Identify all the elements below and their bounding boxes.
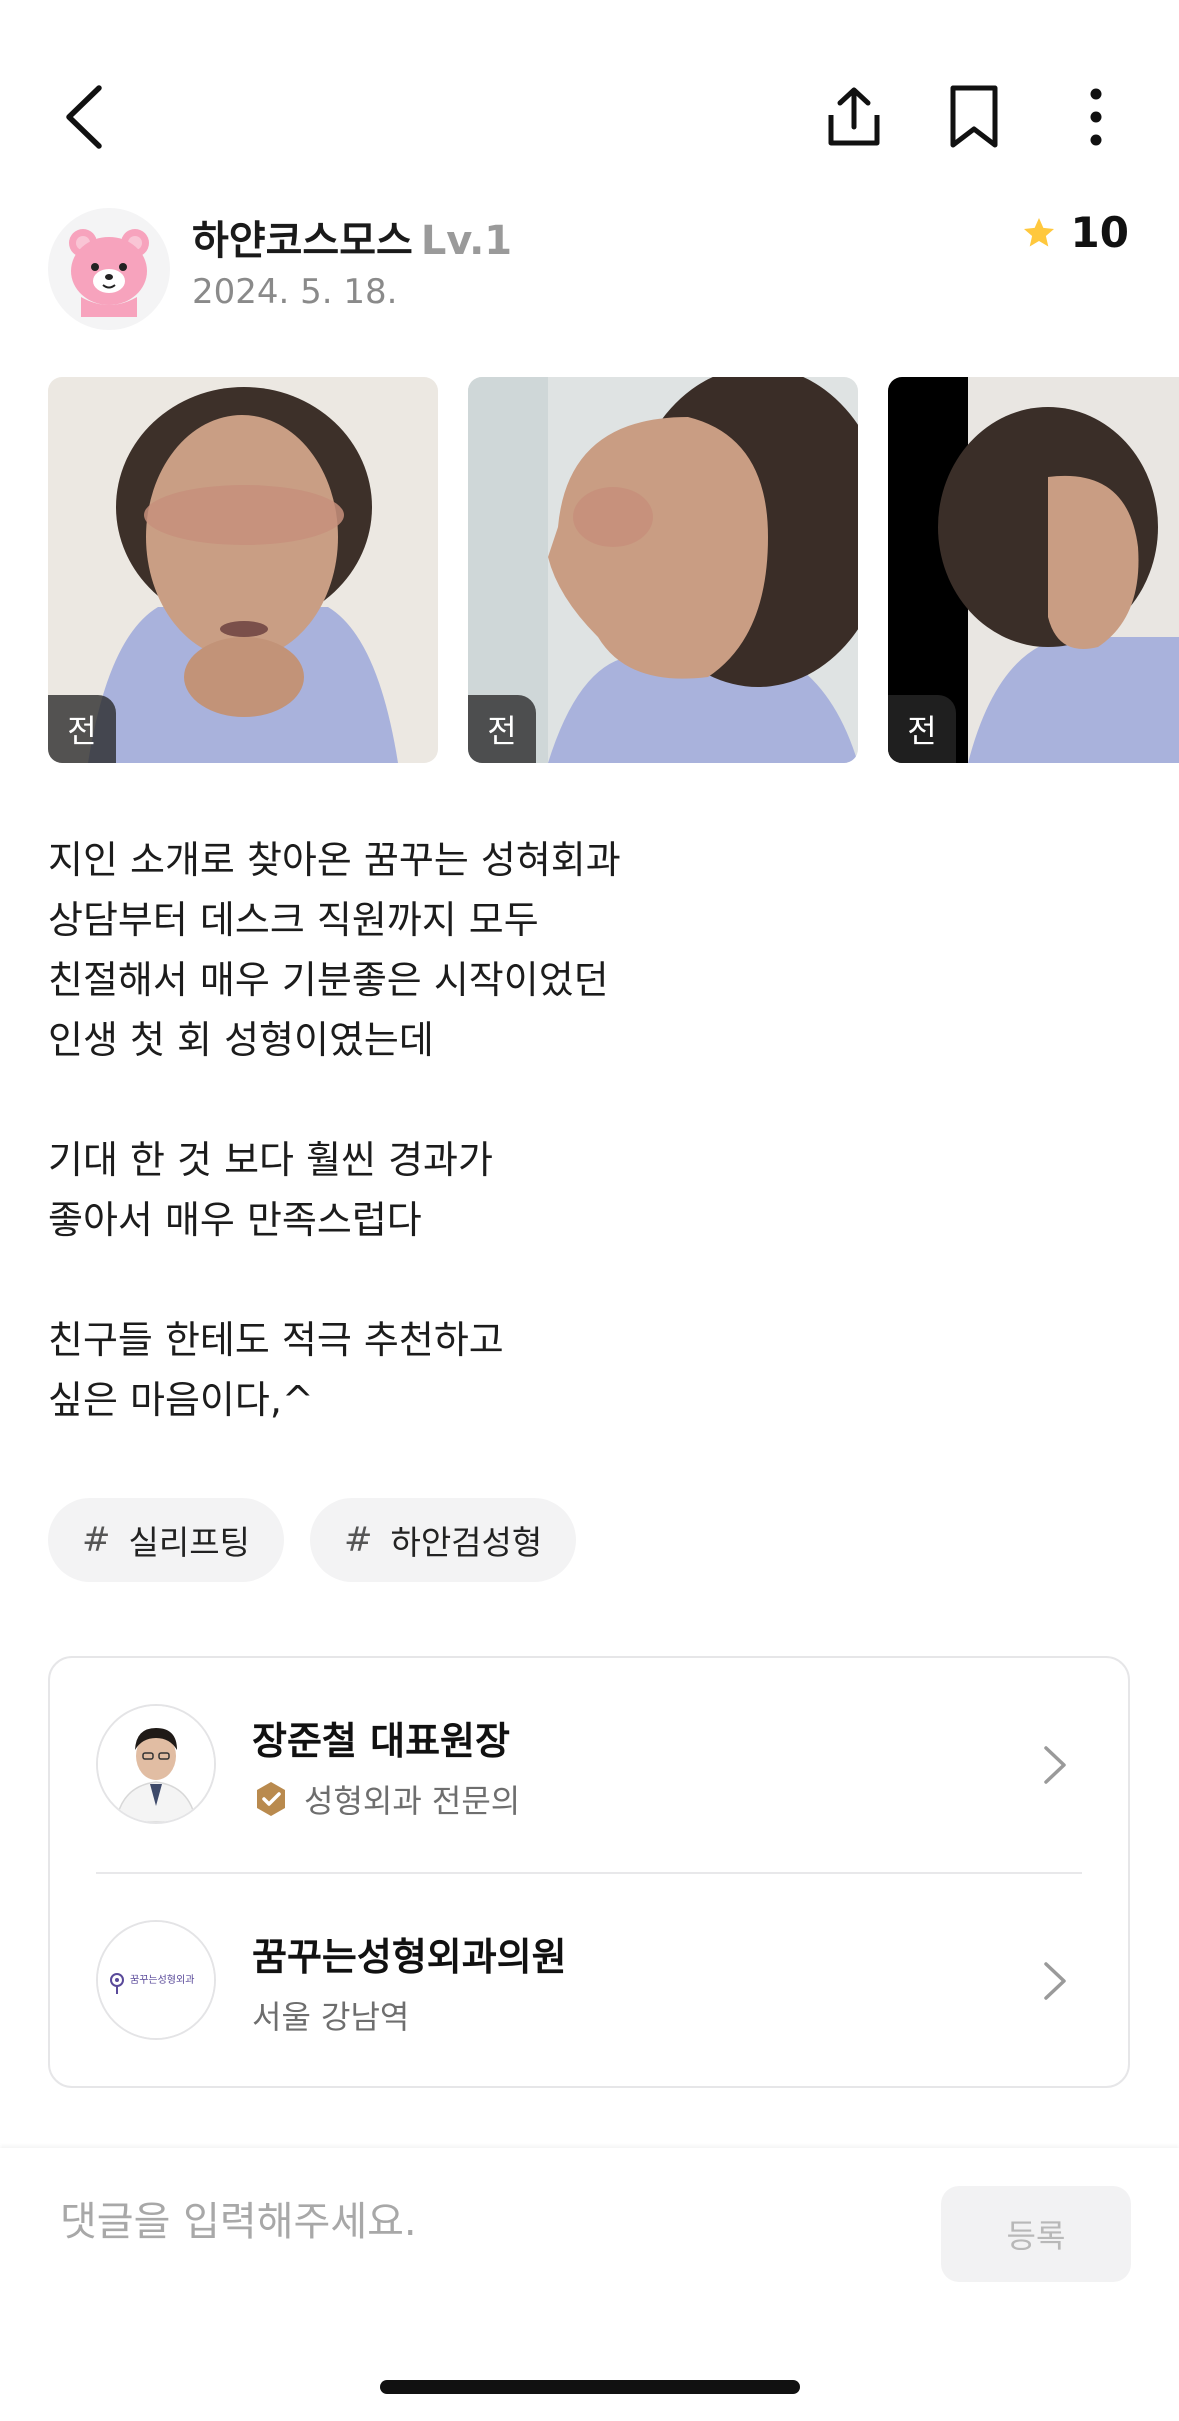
photo-carousel[interactable]: 전 전 전 [48,377,1179,763]
comment-input[interactable] [60,2192,880,2252]
before-badge: 전 [888,695,956,763]
chevron-left-icon [66,85,102,149]
author-nickname: 하얀코스모스 [192,218,413,264]
share-button[interactable] [818,72,890,162]
share-icon [828,87,880,146]
specialty-label: 성형외과 전문의 [304,1782,521,1820]
rating-value: 10 [1070,208,1129,257]
back-button[interactable] [48,72,118,162]
tag-chip[interactable]: # 하안검성형 [309,1498,577,1582]
photo-thumbnail[interactable]: 전 [468,377,858,763]
bookmark-icon [950,85,998,148]
clinic-logo-text: 꿈꾸는성형외과 [130,1975,195,1986]
body-line: 친절해서 매우 기분좋은 시작이었던 [48,958,609,1002]
clinic-logo: 꿈꾸는성형외과 [96,1920,216,2040]
body-line: 지인 소개로 찾아온 꿈꾸는 성혀회과 [48,838,621,882]
bear-avatar-icon [69,229,149,317]
clinic-name: 꿈꾸는성형외과의원 [252,1935,567,1979]
body-line: 싶은 마음이다,^ [48,1378,314,1422]
clinic-location: 서울 강남역 [252,1992,409,2038]
clinic-row[interactable]: 꿈꾸는성형외과 꿈꾸는성형외과의원 서울 강남역 [50,1874,1128,2088]
doctor-avatar [96,1704,216,1824]
body-line: 인생 첫 회 성형이였는데 [48,1018,434,1062]
rating: 10 [1021,208,1129,257]
star-icon [1023,217,1054,246]
doctor-name: 장준철 대표원장 [252,1719,510,1763]
bookmark-button[interactable] [938,72,1010,162]
chevron-right-icon [1044,1746,1066,1784]
tag-chip[interactable]: # 실리프팅 [48,1498,284,1582]
review-detail-page: 하얀코스모스 Lv.1 2024. 5. 18. 10 전 전 전 지인 소개로… [0,0,1179,2421]
more-vertical-icon [1090,88,1102,146]
before-badge: 전 [468,695,536,763]
body-line: 기대 한 것 보다 훨씬 경과가 [48,1138,493,1182]
review-body: 지인 소개로 찾아온 꿈꾸는 성혀회과 상담부터 데스크 직원까지 모두 친절해… [48,830,1128,1430]
hash-icon: # [343,1520,373,1560]
author-name[interactable]: 하얀코스모스 Lv.1 [192,208,512,266]
body-line: 친구들 한테도 적극 추천하고 [48,1318,504,1362]
tag-label: 하안검성형 [390,1523,543,1562]
body-line: 좋아서 매우 만족스럽다 [48,1198,422,1242]
submit-comment-button[interactable]: 등록 [941,2186,1131,2282]
author-avatar[interactable] [48,208,170,330]
doctor-row[interactable]: 장준철 대표원장 성형외과 전문의 [50,1658,1128,1872]
photo-thumbnail[interactable]: 전 [888,377,1179,763]
post-date: 2024. 5. 18. [192,272,398,312]
verified-badge-icon [257,1782,285,1816]
location-label: 서울 강남역 [252,1998,410,2036]
hash-icon: # [82,1520,111,1560]
tag-list: # 실리프팅 # 하안검성형 [48,1498,577,1582]
photo-thumbnail[interactable]: 전 [48,377,438,763]
doctor-photo [98,1706,214,1822]
doctor-clinic-card: 장준철 대표원장 성형외과 전문의 꿈꾸는성형외과 꿈꾸는성형외과의원 서울 강… [48,1656,1130,2088]
more-options-button[interactable] [1060,72,1132,162]
doctor-specialty: 성형외과 전문의 [252,1776,520,1822]
body-line: 상담부터 데스크 직원까지 모두 [48,898,539,942]
tag-label: 실리프팅 [128,1523,250,1562]
chevron-right-icon [1044,1962,1066,2000]
home-indicator [380,2380,800,2394]
before-badge: 전 [48,695,116,763]
author-level: Lv.1 [420,218,513,264]
